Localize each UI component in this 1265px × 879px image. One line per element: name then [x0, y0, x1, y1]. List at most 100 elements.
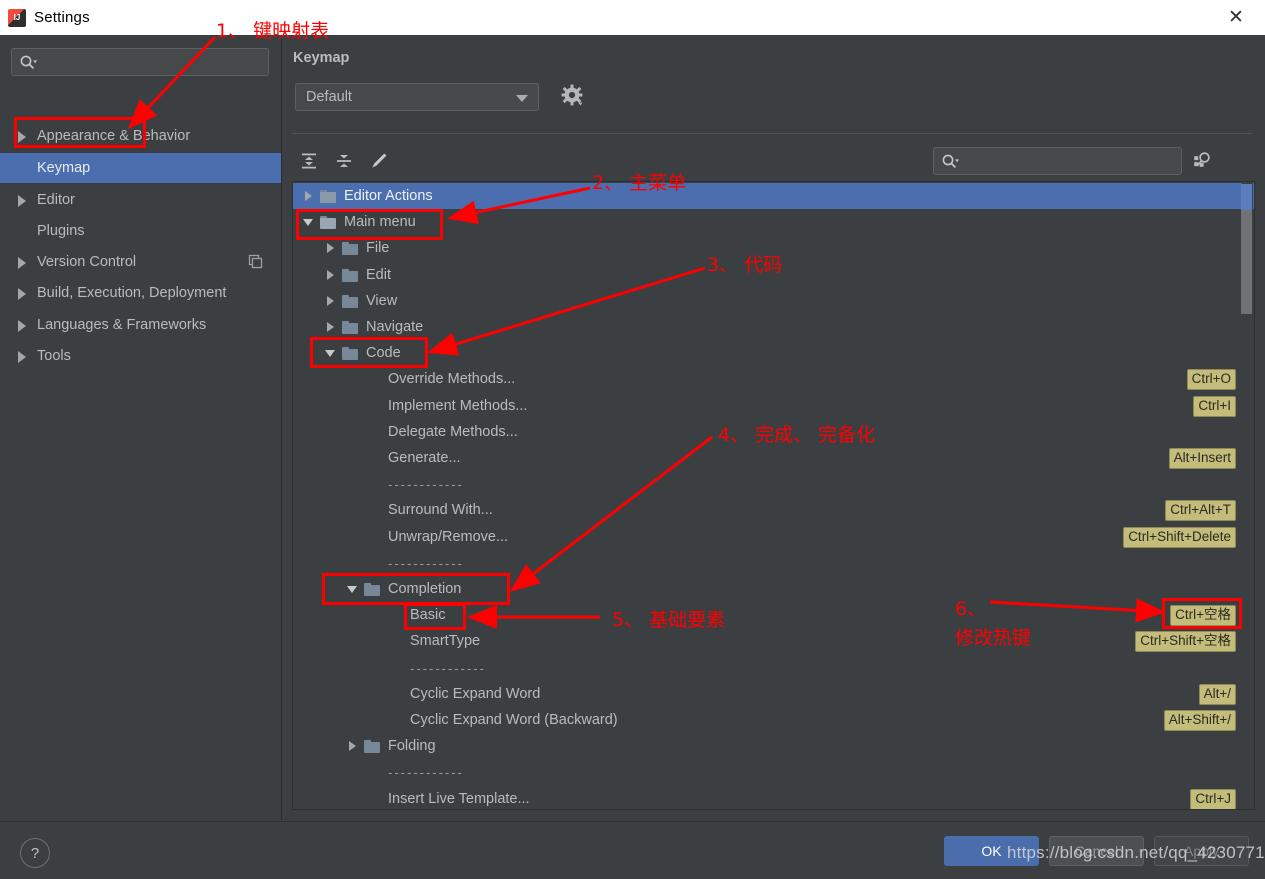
keymap-tree-row[interactable]: Folding [293, 733, 1254, 759]
keymap-select[interactable]: Default [295, 83, 539, 111]
sidebar-item-build-execution-deployment[interactable]: Build, Execution, Deployment [0, 278, 281, 308]
keymap-action-label: Override Methods... [388, 371, 516, 387]
shortcut-badge[interactable]: Ctrl+空格 [1170, 605, 1236, 626]
sidebar-item-label: Version Control [37, 254, 137, 270]
sidebar-item-plugins[interactable]: Plugins [0, 216, 281, 246]
keymap-action-label: Edit [366, 267, 391, 283]
chevron-right-icon[interactable] [325, 295, 337, 307]
keymap-tree-row[interactable]: Insert Live Template... [293, 786, 1254, 809]
keymap-action-label: Basic [410, 607, 446, 623]
chevron-down-icon[interactable] [303, 216, 315, 228]
keymap-select-value: Default [306, 89, 352, 105]
folder-icon [342, 294, 359, 308]
chevron-down-icon [516, 95, 528, 102]
shortcut-badge[interactable]: Ctrl+Shift+Delete [1123, 527, 1236, 548]
annotation-label-a4: 4、 完成、 完备化 [718, 424, 876, 446]
chevron-right-icon[interactable] [325, 321, 337, 333]
intellij-idea-icon [8, 8, 26, 27]
keymap-tree-row[interactable]: Surround With... [293, 497, 1254, 523]
keymap-tree-row[interactable]: View [293, 288, 1254, 314]
settings-dialog: Settings ✕ Appearance & Behavior Keymap Ed… [0, 0, 1265, 879]
shortcut-badge[interactable]: Ctrl+I [1193, 396, 1236, 417]
shortcut-badge[interactable]: Alt+Insert [1168, 448, 1236, 469]
keymap-tree-row[interactable]: Cyclic Expand Word [293, 681, 1254, 707]
sidebar-item-languages-frameworks[interactable]: Languages & Frameworks [0, 310, 281, 340]
sidebar-item-tools[interactable]: Tools [0, 341, 281, 371]
tree-scrollbar-track[interactable] [1241, 183, 1253, 809]
chevron-down-icon[interactable] [347, 583, 359, 595]
collapse-all-icon[interactable] [330, 147, 358, 175]
sidebar-search-input[interactable] [11, 48, 269, 76]
keymap-tree-row[interactable]: Basic [293, 602, 1254, 628]
folder-icon [364, 739, 381, 753]
keymap-tree-row[interactable]: Cyclic Expand Word (Backward) [293, 707, 1254, 733]
chevron-right-icon[interactable] [347, 740, 359, 752]
sidebar-item-label: Appearance & Behavior [37, 128, 191, 144]
sidebar-item-version-control[interactable]: Version Control [0, 247, 281, 277]
keymap-tree-row[interactable]: Implement Methods... [293, 393, 1254, 419]
shortcut-search-input[interactable] [933, 147, 1182, 175]
keymap-tree-row[interactable]: Main menu [293, 209, 1254, 235]
separator-label: ------------ [388, 555, 464, 571]
edit-pencil-icon[interactable] [365, 147, 393, 175]
watermark-url: https://blog.csdn.net/qq_42307712 [1007, 843, 1265, 862]
expand-all-icon[interactable] [295, 147, 323, 175]
chevron-right-icon[interactable] [16, 130, 29, 143]
shortcut-badge[interactable]: Ctrl+Shift+空格 [1135, 631, 1236, 652]
keymap-action-label: Delegate Methods... [388, 424, 518, 440]
keymap-action-label: Cyclic Expand Word [410, 686, 541, 702]
chevron-right-icon[interactable] [303, 190, 315, 202]
keymap-action-label: Completion [388, 581, 462, 597]
shortcut-badge[interactable]: Ctrl+O [1186, 369, 1236, 390]
keymap-tree-row[interactable]: Unwrap/Remove... [293, 524, 1254, 550]
keymap-tree-row[interactable]: Generate... [293, 445, 1254, 471]
shortcut-badge[interactable]: Ctrl+Alt+T [1165, 500, 1236, 521]
folder-icon [342, 241, 359, 255]
sidebar-item-editor[interactable]: Editor [0, 185, 281, 215]
copy-icon[interactable] [248, 254, 263, 269]
folder-icon [342, 346, 359, 360]
sidebar-item-label: Editor [37, 192, 75, 208]
keymap-tree-row[interactable]: Navigate [293, 314, 1254, 340]
chevron-right-icon[interactable] [325, 242, 337, 254]
keymap-tree-row[interactable]: SmartType [293, 628, 1254, 654]
keymap-tree-row[interactable]: Code [293, 340, 1254, 366]
sidebar-item-keymap[interactable]: Keymap [0, 153, 281, 183]
chevron-right-icon[interactable] [16, 194, 29, 207]
keymap-tree-row[interactable]: Completion [293, 576, 1254, 602]
keymap-action-label: Generate... [388, 450, 461, 466]
tree-separator: ------------ [293, 759, 1254, 785]
find-by-shortcut-icon[interactable] [1190, 148, 1216, 174]
close-icon[interactable]: ✕ [1213, 0, 1259, 35]
keymap-tree-row[interactable]: Override Methods... [293, 366, 1254, 392]
keymap-action-label: Navigate [366, 319, 424, 335]
sidebar-item-label: Tools [37, 348, 71, 364]
keymap-action-label: Code [366, 345, 401, 361]
folder-icon [342, 268, 359, 282]
help-button[interactable]: ? [20, 838, 50, 868]
chevron-right-icon[interactable] [16, 256, 29, 269]
chevron-right-icon[interactable] [16, 287, 29, 300]
tree-separator: ------------ [293, 550, 1254, 576]
chevron-right-icon[interactable] [16, 319, 29, 332]
sidebar-item-appearance-behavior[interactable]: Appearance & Behavior [0, 121, 281, 151]
chevron-right-icon[interactable] [325, 269, 337, 281]
folder-icon [320, 215, 337, 229]
keymap-action-label: File [366, 240, 390, 256]
gear-icon[interactable] [560, 83, 586, 109]
shortcut-badge[interactable]: Alt+Shift+/ [1163, 710, 1236, 731]
chevron-right-icon[interactable] [16, 350, 29, 363]
sidebar-item-label: Build, Execution, Deployment [37, 285, 227, 301]
folder-icon [342, 320, 359, 334]
settings-sidebar: Appearance & Behavior Keymap Editor Plugins… [0, 35, 282, 820]
separator-label: ------------ [410, 660, 486, 676]
shortcut-badge[interactable]: Alt+/ [1198, 684, 1236, 705]
keymap-tree-row[interactable]: Editor Actions [293, 183, 1254, 209]
chevron-down-icon[interactable] [325, 347, 337, 359]
shortcut-badge[interactable]: Ctrl+J [1190, 789, 1236, 809]
